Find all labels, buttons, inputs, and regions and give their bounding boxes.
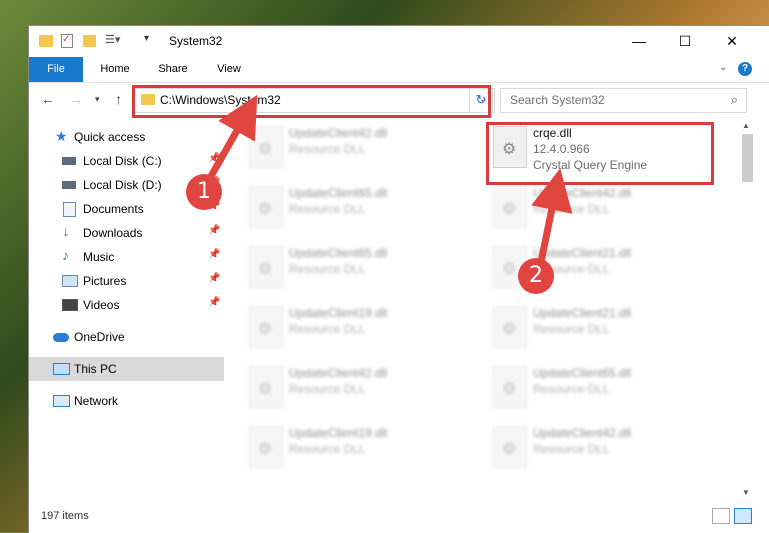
arrow-to-address-bar xyxy=(206,94,258,180)
arrow-to-file xyxy=(531,168,573,263)
annotation-arrows xyxy=(206,94,573,263)
step-1-badge: 1 xyxy=(186,174,222,210)
step-2-badge: 2 xyxy=(518,258,554,294)
